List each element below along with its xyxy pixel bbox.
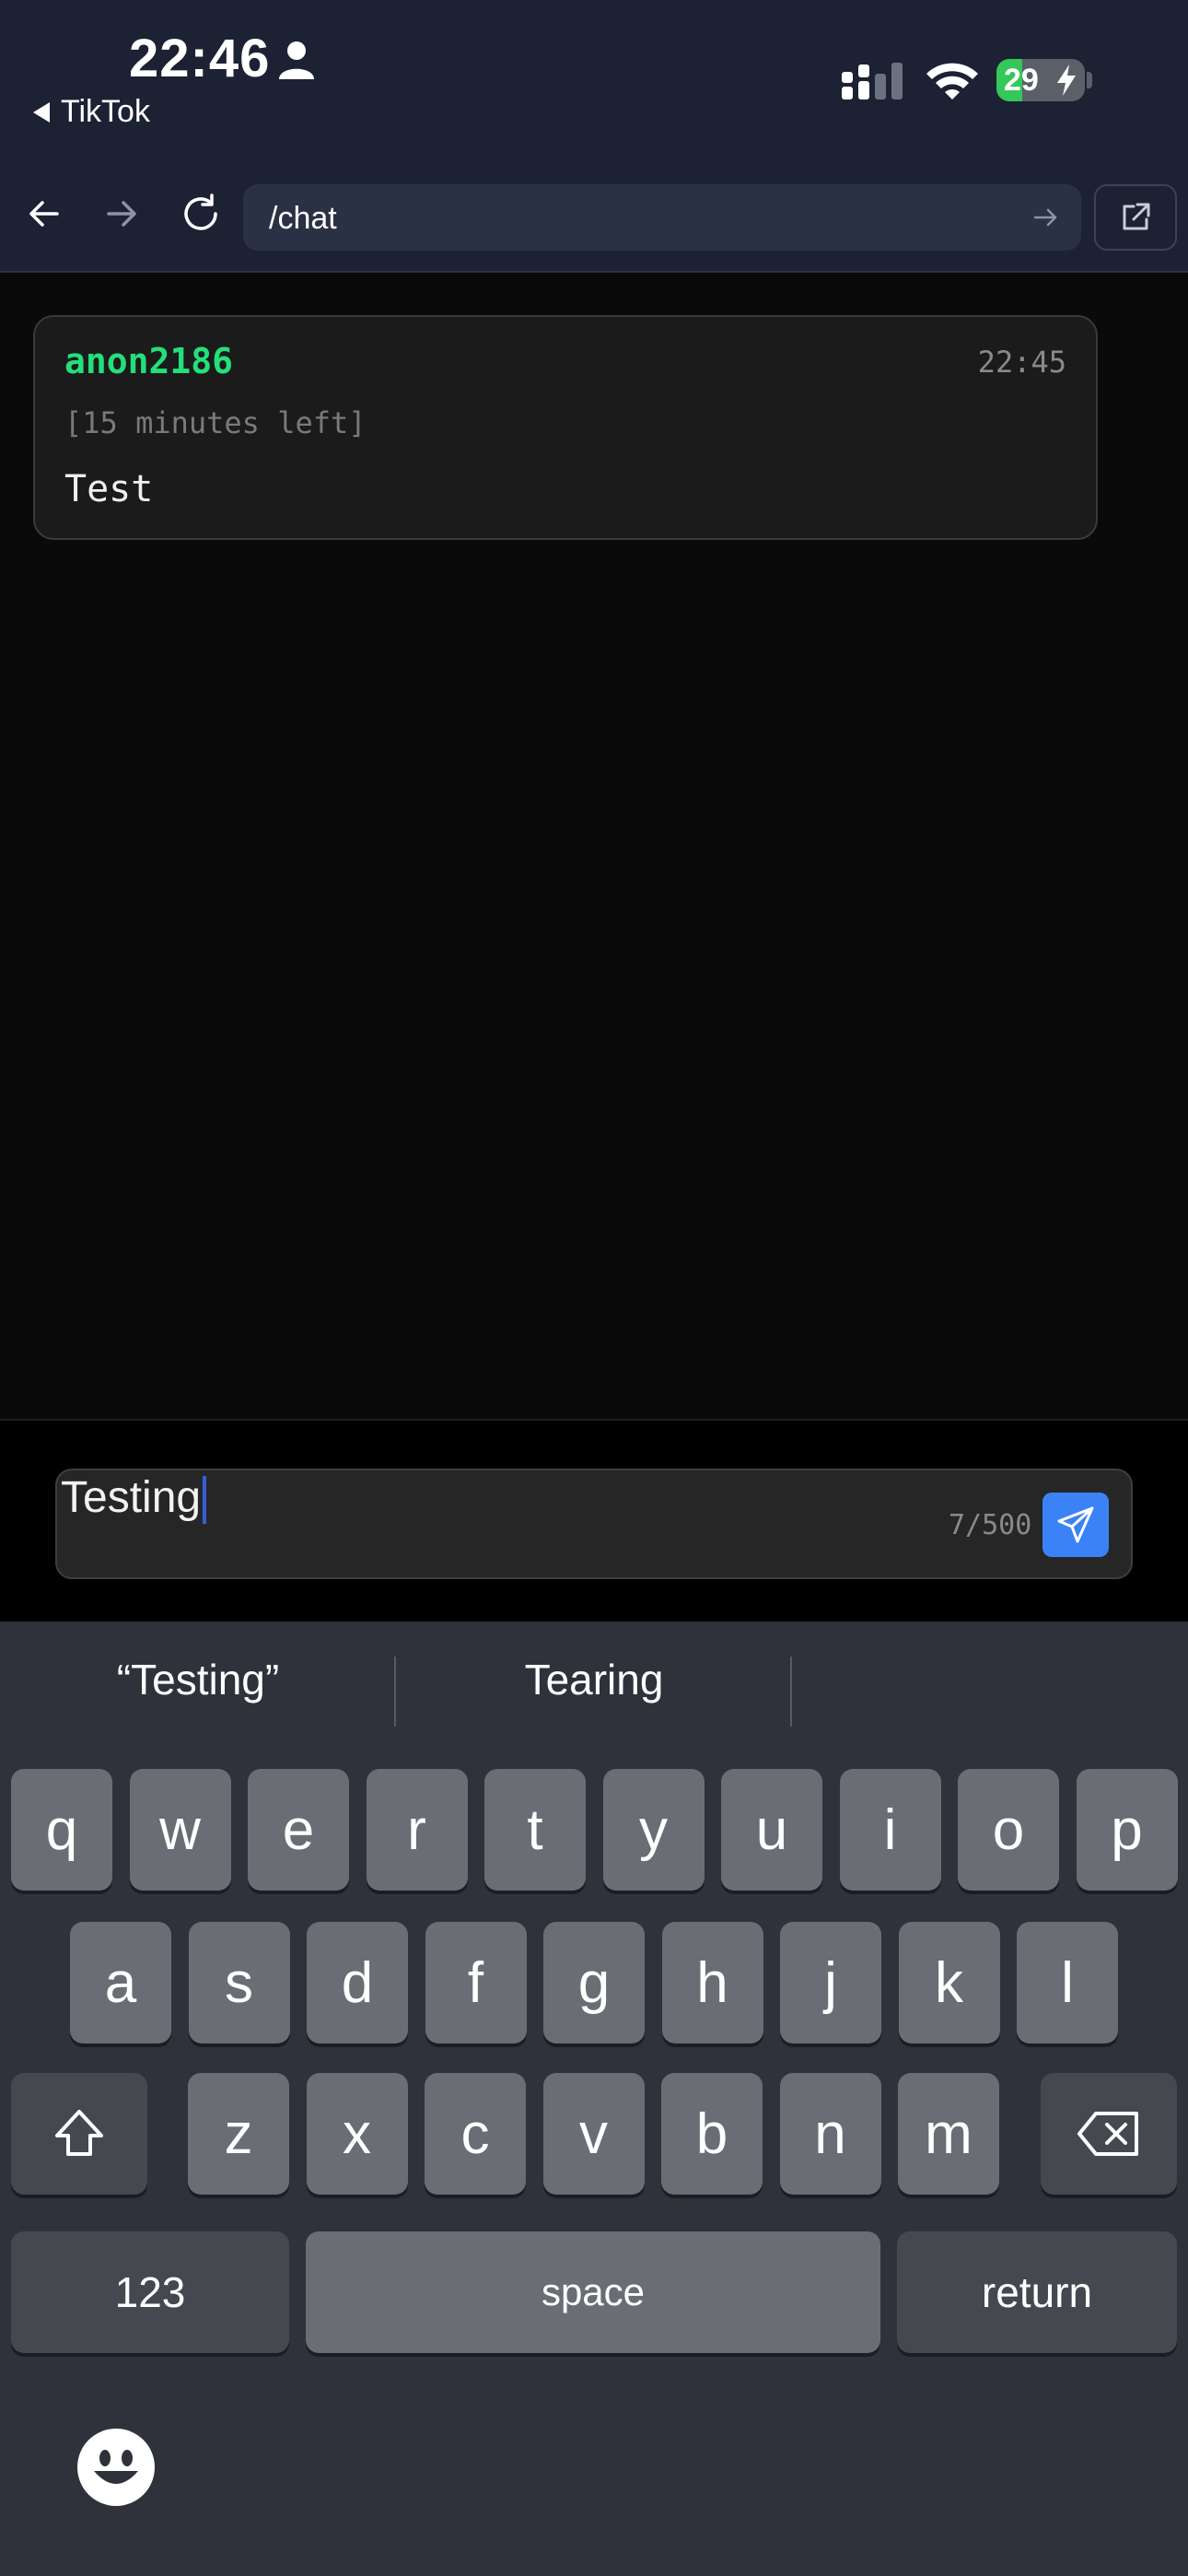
battery-cap (1087, 72, 1092, 88)
open-external-icon (1123, 203, 1150, 230)
character-counter: 7/500 (949, 1509, 1032, 1541)
key-d[interactable]: d (307, 1922, 408, 2043)
message-username: anon2186 (64, 341, 234, 381)
shift-key[interactable] (11, 2073, 147, 2195)
space-key[interactable]: space (306, 2231, 880, 2353)
message-card: anon2186 22:45 [15 minutes left] Test (33, 315, 1098, 540)
key-b[interactable]: b (661, 2073, 763, 2195)
battery-percent: 29 (1004, 63, 1039, 98)
delete-key[interactable] (1041, 2073, 1177, 2195)
battery-indicator: 29 (996, 59, 1085, 101)
key-e[interactable]: e (248, 1769, 349, 1891)
message-composer: Testing 7/500 (0, 1419, 1188, 1622)
key-a[interactable]: a (70, 1922, 171, 2043)
charging-bolt-icon (1057, 64, 1076, 96)
back-app-label: TikTok (61, 94, 150, 129)
forward-arrow-icon (107, 201, 136, 227)
backspace-icon (1077, 2112, 1138, 2156)
message-time: 22:45 (977, 345, 1066, 380)
key-g[interactable]: g (543, 1922, 645, 2043)
url-text: /chat (269, 201, 337, 236)
send-icon (1057, 1506, 1094, 1543)
key-j[interactable]: j (780, 1922, 881, 2043)
key-o[interactable]: o (958, 1769, 1059, 1891)
message-body: Test (64, 468, 154, 510)
key-w[interactable]: w (129, 1769, 231, 1891)
key-x[interactable]: x (306, 2073, 408, 2195)
message-input-value: Testing (61, 1472, 207, 1525)
key-r[interactable]: r (366, 1769, 468, 1891)
key-h[interactable]: h (661, 1922, 763, 2043)
browser-header: 22:46 TikTok 29 /chat (0, 0, 1188, 273)
key-c[interactable]: c (425, 2073, 526, 2195)
back-triangle-icon (33, 101, 50, 123)
back-arrow-icon (29, 201, 59, 227)
numbers-key[interactable]: 123 (11, 2231, 289, 2353)
key-m[interactable]: m (898, 2073, 999, 2195)
go-arrow-icon[interactable] (1031, 203, 1061, 232)
status-time: 22:46 (129, 29, 271, 88)
wifi-icon (926, 63, 978, 100)
forward-button[interactable] (92, 184, 151, 243)
key-z[interactable]: z (188, 2073, 289, 2195)
key-p[interactable]: p (1076, 1769, 1178, 1891)
send-button[interactable] (1042, 1493, 1109, 1557)
emoji-icon (94, 2450, 138, 2484)
cellular-signal-icon (842, 63, 903, 100)
suggestion-divider (790, 1657, 792, 1727)
key-y[interactable]: y (602, 1769, 705, 1891)
keyboard: “Testing” Tearing qwertyuiop asdfghjkl z… (0, 1622, 1188, 2576)
suggestion-2[interactable]: Tearing (396, 1655, 792, 1704)
key-k[interactable]: k (898, 1922, 1000, 2043)
message-input[interactable]: Testing 7/500 (55, 1469, 1133, 1579)
text-caret (203, 1476, 207, 1525)
suggestion-1[interactable]: “Testing” (0, 1655, 396, 1704)
back-to-app-link[interactable]: TikTok (33, 94, 150, 130)
key-q[interactable]: q (11, 1769, 112, 1891)
key-n[interactable]: n (779, 2073, 881, 2195)
reload-button[interactable] (171, 184, 230, 243)
emoji-button[interactable] (77, 2429, 155, 2506)
key-l[interactable]: l (1017, 1922, 1118, 2043)
key-s[interactable]: s (188, 1922, 290, 2043)
return-key[interactable]: return (897, 2231, 1177, 2353)
url-bar[interactable]: /chat (243, 184, 1081, 251)
shift-icon (55, 2110, 103, 2156)
key-t[interactable]: t (484, 1769, 586, 1891)
key-v[interactable]: v (542, 2073, 645, 2195)
back-button[interactable] (15, 184, 74, 243)
chat-area[interactable]: anon2186 22:45 [15 minutes left] Test (0, 275, 1188, 1419)
message-expiry: [15 minutes left] (64, 405, 367, 440)
reload-icon (184, 193, 217, 230)
key-f[interactable]: f (425, 1922, 527, 2043)
open-external-button[interactable] (1094, 184, 1177, 251)
key-i[interactable]: i (839, 1769, 941, 1891)
person-icon (279, 41, 314, 79)
key-u[interactable]: u (721, 1769, 822, 1891)
